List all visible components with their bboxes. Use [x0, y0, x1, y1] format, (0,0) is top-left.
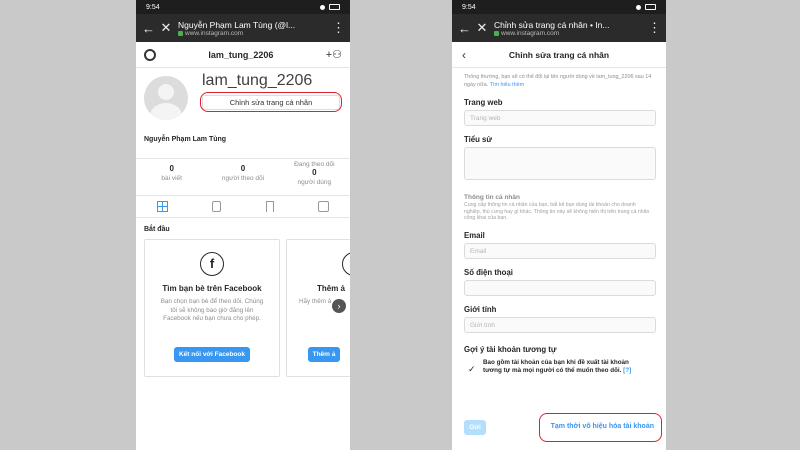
photo-icon [342, 252, 350, 276]
card-title: Thêm ả [317, 284, 346, 293]
submit-button[interactable]: Gửi [464, 420, 486, 435]
browser-url: www.instagram.com [178, 30, 326, 37]
igtv-icon [211, 201, 221, 212]
chevron-left-icon[interactable]: ‹ [462, 48, 482, 62]
email-input[interactable]: Email [464, 242, 656, 259]
browser-bar: ← ✕ Chỉnh sửa trang cá nhân • In... www.… [452, 14, 666, 42]
facebook-icon: f [200, 252, 224, 276]
status-bar: 9:54 [136, 0, 350, 14]
stat-posts-value: 0 [169, 164, 174, 173]
browser-title-block: Chỉnh sửa trang cá nhân • In... www.inst… [494, 20, 642, 37]
tagged-icon [317, 201, 329, 212]
stat-posts[interactable]: 0 bài viết [136, 159, 207, 195]
stats-row: 0 bài viết 0 người theo dõi Đang theo dõi 0… [136, 158, 350, 196]
card-desc: Bạn chọn bạn bè để theo dõi. Chúng tôi s… [160, 298, 264, 322]
grid-icon [157, 201, 169, 212]
stat-following[interactable]: Đang theo dõi 0 người dùng [279, 159, 350, 195]
gear-icon[interactable] [144, 48, 156, 61]
personal-info-desc: Cung cấp thông tin cá nhân của bạn, bất … [464, 202, 650, 222]
getting-started-cards: f Tìm bạn bè trên Facebook Bạn chọn bạn … [136, 239, 350, 379]
wifi-icon [320, 4, 325, 10]
gender-input[interactable]: Giới tính [464, 316, 656, 333]
email-label: Email [464, 230, 485, 240]
battery-icon [329, 4, 340, 10]
browser-bar: ← ✕ Nguyễn Phạm Lam Tùng (@l... www.inst… [136, 14, 350, 42]
stat-followers-value: 0 [240, 164, 246, 173]
learn-more-link[interactable]: Tìm hiểu thêm [490, 82, 524, 88]
wifi-icon [636, 4, 641, 10]
section-title: Bắt đầu [144, 226, 170, 233]
url-text: www.instagram.com [185, 29, 244, 37]
battery-icon [645, 4, 656, 10]
full-name: Nguyễn Phạm Lam Tùng [144, 136, 227, 143]
back-arrow-icon[interactable]: ← [142, 21, 155, 36]
status-bar: 9:54 [452, 0, 666, 14]
more-menu-icon[interactable]: ⋮ [332, 20, 345, 36]
edit-title: Chỉnh sửa trang cá nhân [508, 49, 610, 60]
add-photo-button[interactable]: Thêm ả [307, 347, 341, 362]
suggest-label: Gợi ý tài khoản tương tự [464, 344, 557, 354]
bio-textarea[interactable] [464, 147, 656, 180]
card-title: Tìm bạn bè trên Facebook [162, 284, 262, 293]
username-note: Thông thường, bạn sẽ có thể đổi lại tên … [464, 74, 654, 89]
browser-title-block: Nguyễn Phạm Lam Tùng (@l... www.instagra… [178, 20, 326, 37]
more-menu-icon[interactable]: ⋮ [648, 20, 661, 36]
tab-saved[interactable] [243, 196, 297, 217]
stat-posts-label: bài viết [161, 175, 182, 182]
browser-title: Chỉnh sửa trang cá nhân • In... [494, 19, 610, 30]
profile-screen: 9:54 ← ✕ Nguyễn Phạm Lam Tùng (@l... www… [136, 0, 350, 450]
website-input[interactable]: Trang web [464, 110, 656, 126]
suggest-text: Bao gồm tài khoản của bạn khi đề xuất tà… [483, 359, 643, 375]
profile-tabs [136, 196, 350, 218]
back-arrow-icon[interactable]: ← [458, 21, 471, 36]
personal-info-title: Thông tin cá nhân [464, 194, 520, 201]
bookmark-icon [265, 201, 274, 212]
lock-icon [494, 30, 499, 36]
help-link[interactable]: [?] [623, 367, 631, 374]
header-username: lam_tung_2206 [208, 49, 274, 60]
lock-icon [178, 30, 183, 36]
highlight-oval [200, 92, 342, 112]
stat-following-value: 0 [312, 168, 317, 177]
status-time: 9:54 [146, 3, 160, 11]
url-text: www.instagram.com [501, 29, 560, 37]
stat-following-label: người dùng [297, 179, 332, 186]
stat-followers-label: người theo dõi [221, 175, 265, 182]
highlight-oval [539, 413, 662, 442]
bio-label: Tiểu sử [464, 135, 493, 144]
edit-profile-screen: 9:54 ← ✕ Chỉnh sửa trang cá nhân • In...… [452, 0, 666, 450]
ig-profile-header: lam_tung_2206 +⚇ [136, 42, 350, 68]
tab-igtv[interactable] [190, 196, 244, 217]
edit-header: ‹ Chỉnh sửa trang cá nhân [452, 42, 666, 68]
add-user-icon[interactable]: +⚇ [326, 48, 342, 61]
tab-tagged[interactable] [297, 196, 351, 217]
profile-info: lam_tung_2206 Chỉnh sửa trang cá nhân Ng… [136, 68, 350, 158]
avatar[interactable] [144, 76, 188, 120]
next-arrow-icon[interactable]: › [332, 299, 346, 313]
browser-title: Nguyễn Phạm Lam Tùng (@l... [178, 19, 296, 30]
connect-facebook-button[interactable]: Kết nối với Facebook [173, 347, 251, 362]
checkmark-icon[interactable]: ✓ [468, 364, 478, 375]
stat-followers[interactable]: 0 người theo dõi [207, 159, 278, 195]
facebook-card: f Tìm bạn bè trên Facebook Bạn chọn bạn … [144, 239, 280, 377]
status-icons [320, 4, 340, 10]
close-icon[interactable]: ✕ [160, 20, 172, 36]
tab-grid[interactable] [136, 196, 190, 217]
gender-label: Giới tính [464, 304, 497, 314]
edit-form: Thông thường, bạn sẽ có thể đổi lại tên … [452, 68, 666, 375]
suggest-text-body: Bao gồm tài khoản của bạn khi đề xuất tà… [483, 358, 629, 374]
status-time: 9:54 [462, 3, 476, 11]
browser-url: www.instagram.com [494, 30, 642, 37]
website-label: Trang web [464, 98, 503, 107]
profile-username: lam_tung_2206 [202, 72, 313, 89]
phone-input[interactable] [464, 279, 656, 296]
stat-following-label-top: Đang theo dõi [294, 161, 335, 168]
phone-label: Số điện thoại [464, 267, 513, 277]
status-icons [636, 4, 656, 10]
close-icon[interactable]: ✕ [476, 20, 488, 36]
suggest-row: ✓ Bao gồm tài khoản của bạn khi đề xuất … [464, 359, 654, 375]
